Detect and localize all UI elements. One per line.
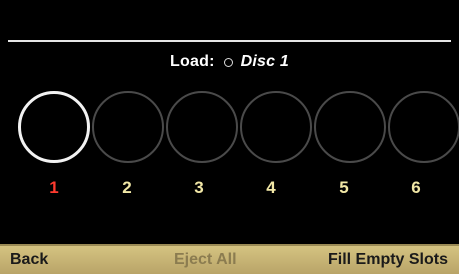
slot-row: [18, 91, 459, 163]
slot-2[interactable]: [92, 91, 164, 163]
disc-ring-icon: [223, 57, 233, 67]
slot-1[interactable]: [18, 91, 90, 163]
slot-5[interactable]: [314, 91, 386, 163]
slot-number-2: 2: [122, 178, 132, 197]
slot-number-3: 3: [194, 178, 204, 197]
softkey-bar: Back Eject All Fill Empty Slots: [0, 244, 459, 274]
slot-3[interactable]: [166, 91, 238, 163]
slot-6[interactable]: [388, 91, 459, 163]
header-divider: [8, 40, 451, 42]
fill-empty-slots-button[interactable]: Fill Empty Slots: [328, 246, 448, 274]
slot-4[interactable]: [240, 91, 312, 163]
eject-all-button[interactable]: Eject All: [174, 246, 237, 274]
slot-number-6: 6: [411, 178, 421, 197]
disc-name: Disc 1: [240, 53, 289, 70]
slot-numbers: 1 2 3 4 5 6: [0, 178, 459, 206]
slot-number-4: 4: [266, 178, 276, 197]
load-status: Load: Disc 1: [0, 50, 459, 74]
slot-number-1: 1: [49, 178, 59, 197]
disc-changer-screen: Load: Disc 1 1 2 3 4 5 6 Back Eject All …: [0, 0, 459, 274]
back-button[interactable]: Back: [10, 246, 48, 274]
load-label: Load:: [170, 53, 215, 70]
slot-number-5: 5: [339, 178, 349, 197]
